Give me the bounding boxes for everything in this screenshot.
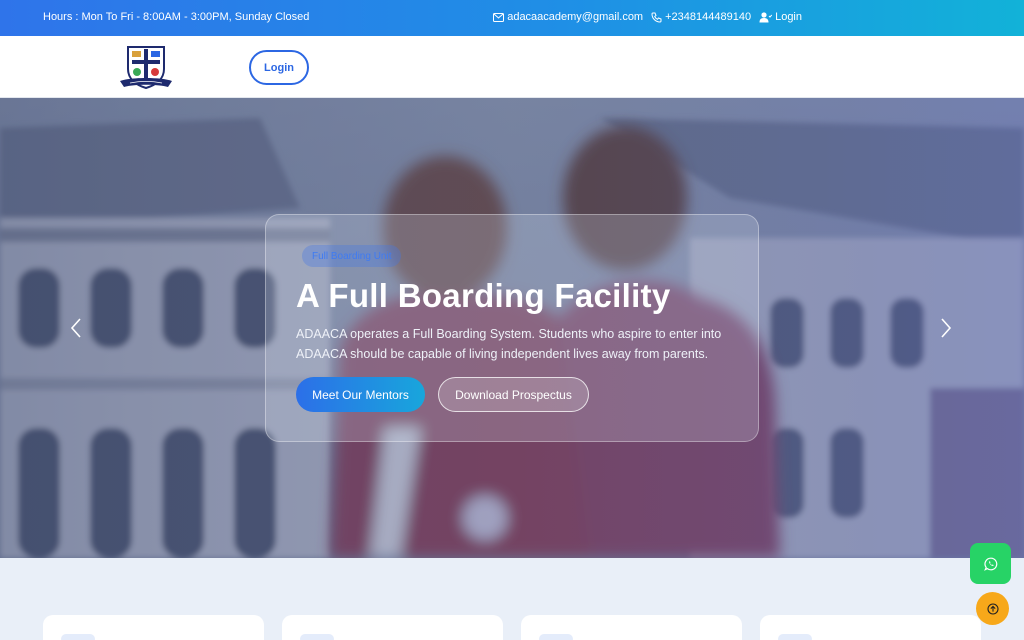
feature-icon xyxy=(778,634,812,640)
opening-hours: Hours : Mon To Fri - 8:00AM - 3:00PM, Su… xyxy=(43,11,310,23)
whatsapp-button[interactable] xyxy=(970,543,1011,584)
school-logo[interactable] xyxy=(116,43,176,91)
hero-content-card: Full Boarding Unit A Full Boarding Facil… xyxy=(265,214,759,442)
school-crest-icon xyxy=(120,46,172,90)
email-link[interactable]: adacaacademy@gmail.com xyxy=(493,11,643,23)
top-info-bar: Hours : Mon To Fri - 8:00AM - 3:00PM, Su… xyxy=(0,0,1024,36)
feature-card xyxy=(43,615,264,640)
phone-text: +2348144489140 xyxy=(665,11,752,23)
phone-link[interactable]: +2348144489140 xyxy=(651,11,751,23)
hero-title: A Full Boarding Facility xyxy=(296,277,671,314)
slider-next-button[interactable] xyxy=(938,316,954,340)
download-prospectus-button[interactable]: Download Prospectus xyxy=(438,377,589,412)
user-icon xyxy=(759,11,773,22)
chevron-right-icon xyxy=(941,318,952,338)
phone-icon xyxy=(651,12,662,23)
feature-card xyxy=(282,615,503,640)
hero-slider: Full Boarding Unit A Full Boarding Facil… xyxy=(0,98,1024,558)
slider-prev-button[interactable] xyxy=(68,316,84,340)
arrow-up-icon xyxy=(986,602,999,615)
scroll-to-top-button[interactable] xyxy=(976,592,1009,625)
whatsapp-icon xyxy=(983,557,997,571)
feature-card xyxy=(760,615,981,640)
hero-description: ADAACA operates a Full Boarding System. … xyxy=(296,327,722,361)
header-login-button[interactable]: Login xyxy=(249,50,309,85)
envelope-icon xyxy=(493,12,505,22)
email-text: adacaacademy@gmail.com xyxy=(507,11,644,23)
chevron-left-icon xyxy=(70,318,81,338)
feature-icon xyxy=(300,634,334,640)
feature-icon xyxy=(539,634,573,640)
feature-card xyxy=(521,615,742,640)
topbar-login-link[interactable]: Login xyxy=(759,11,802,23)
contact-info: adacaacademy@gmail.com +2348144489140 Lo… xyxy=(493,11,802,23)
hero-tag: Full Boarding Unit xyxy=(302,245,402,267)
meet-mentors-button[interactable]: Meet Our Mentors xyxy=(296,377,425,412)
feature-icon xyxy=(61,634,95,640)
site-header: Login xyxy=(0,36,1024,98)
topbar-login-text: Login xyxy=(775,11,802,23)
